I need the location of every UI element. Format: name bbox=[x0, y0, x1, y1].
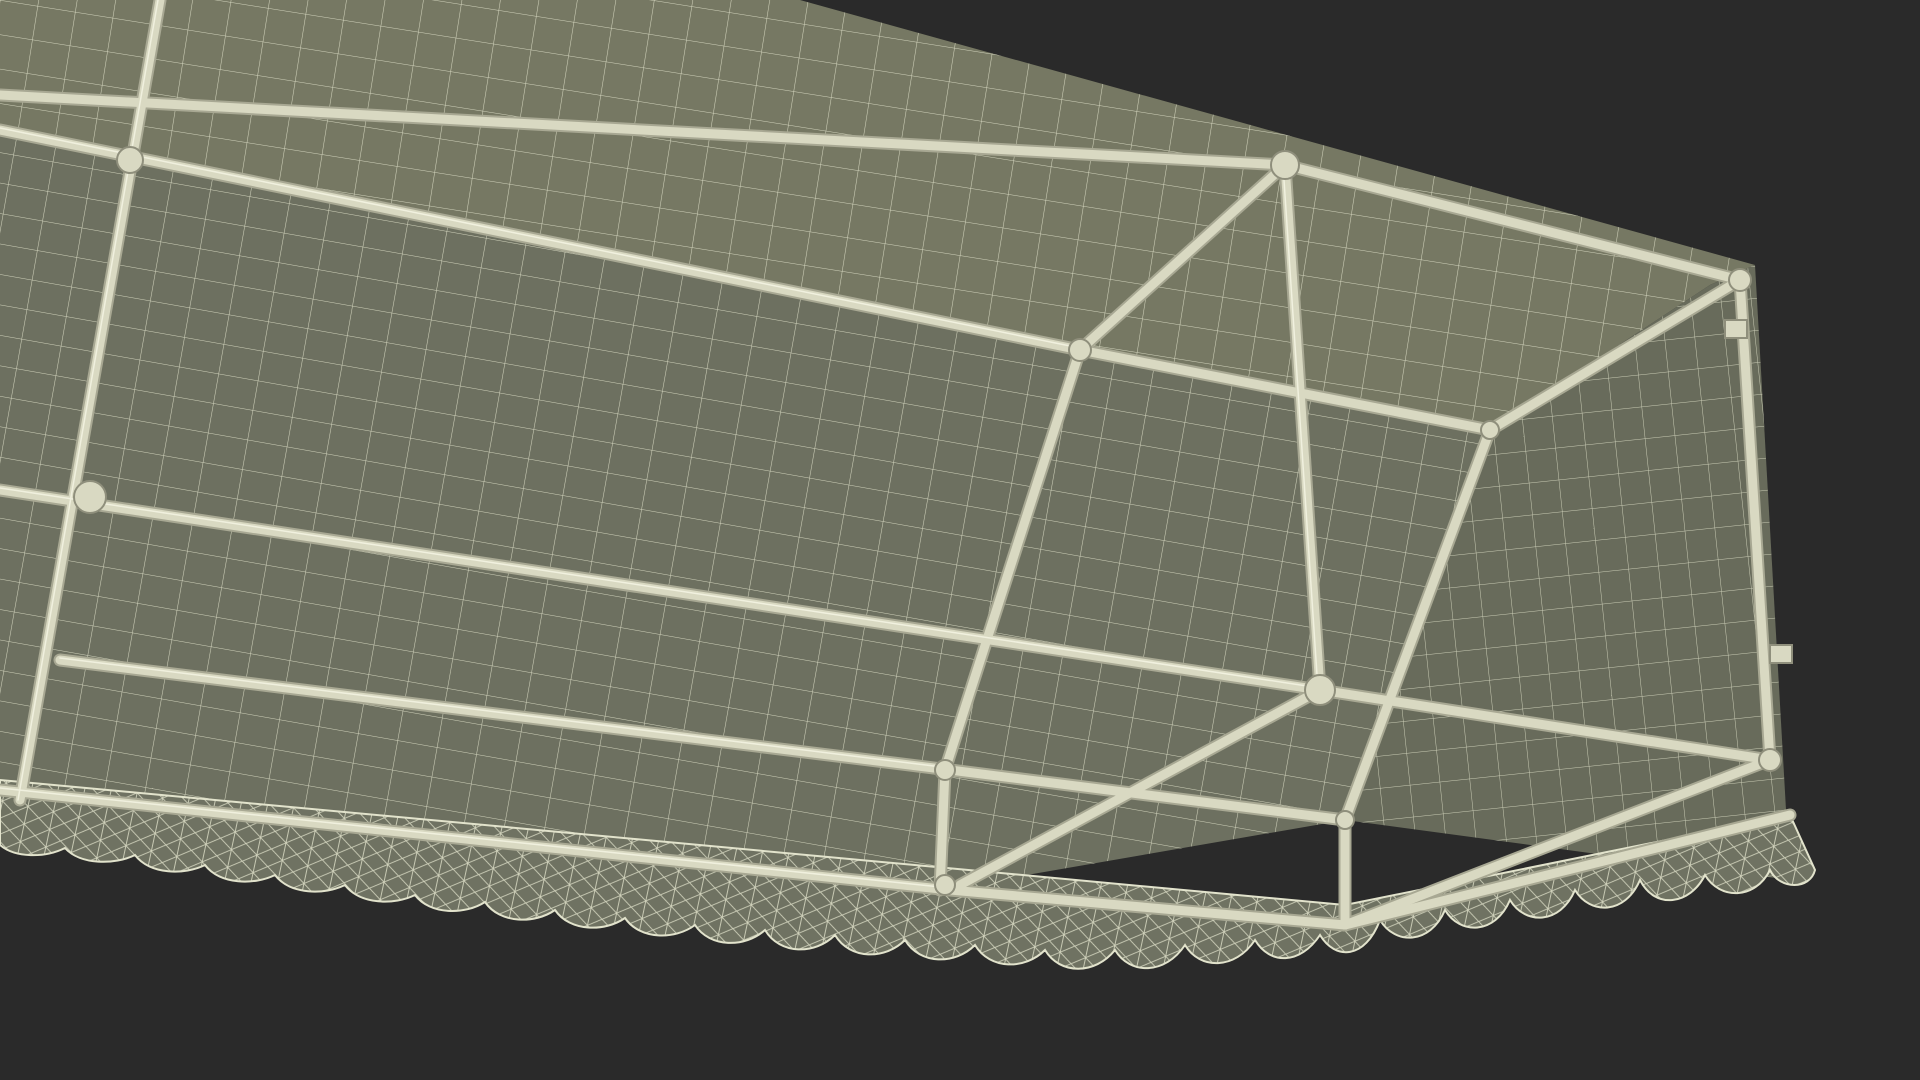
render-viewport bbox=[0, 0, 1920, 1080]
awning-wireframe-render bbox=[0, 0, 1920, 1080]
